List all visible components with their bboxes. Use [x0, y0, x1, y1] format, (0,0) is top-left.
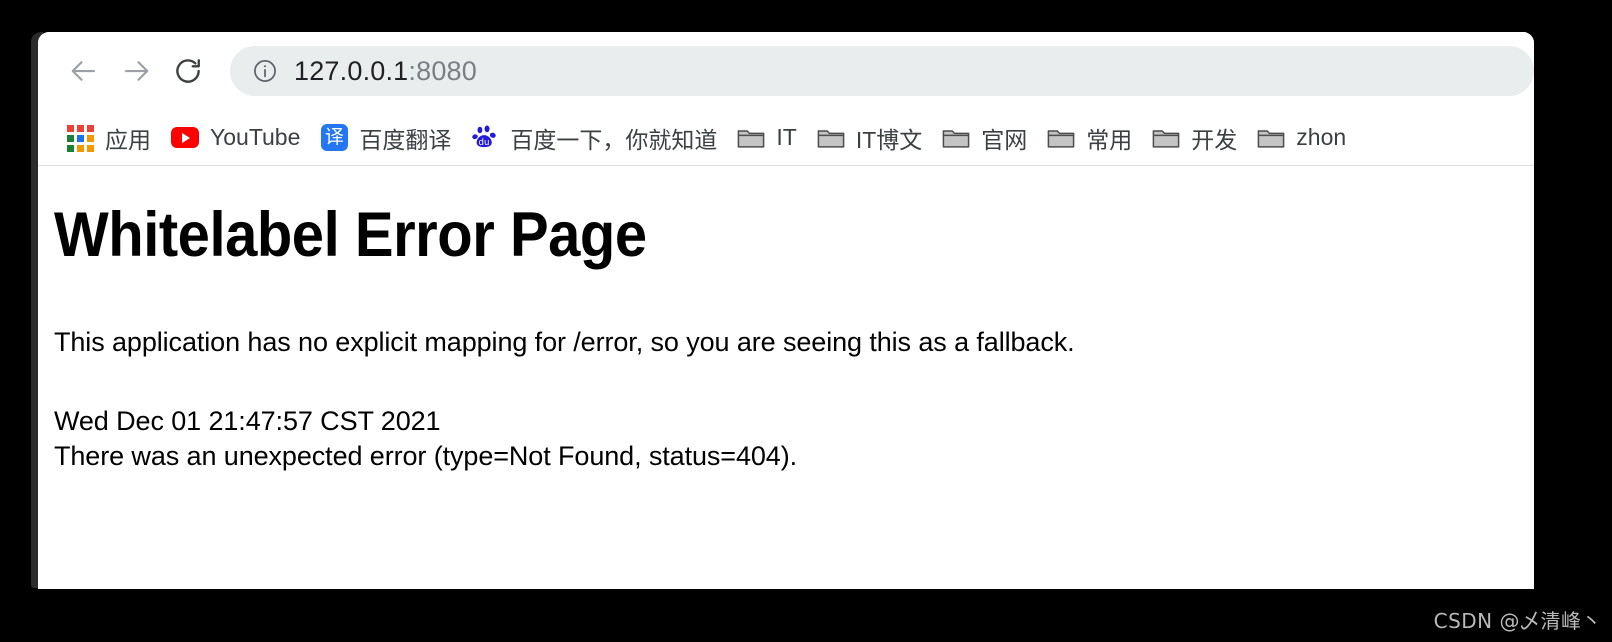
bookmark-label: 开发 — [1191, 126, 1238, 153]
bookmark-baidu-search[interactable]: du 百度一下，你就知道 — [461, 118, 727, 158]
folder-icon — [737, 124, 765, 152]
bookmark-label: 应用 — [105, 126, 151, 153]
bookmark-label: IT — [776, 124, 797, 150]
bookmark-label: YouTube — [210, 124, 301, 150]
page-content: Whitelabel Error Page This application h… — [38, 166, 1534, 589]
apps-grid-icon — [66, 124, 94, 152]
bookmark-folder-official[interactable]: 官网 — [932, 118, 1037, 158]
info-circle-icon[interactable] — [252, 58, 278, 84]
bookmark-folder-it-blog[interactable]: IT博文 — [807, 118, 932, 158]
baidu-fanyi-icon: 译 — [320, 124, 348, 152]
bookmark-label: 常用 — [1086, 126, 1133, 153]
reload-icon — [176, 59, 200, 83]
folder-icon — [1152, 124, 1180, 152]
bookmark-label: 百度翻译 — [359, 126, 452, 153]
folder-icon — [1047, 124, 1075, 152]
bookmark-folder-common[interactable]: 常用 — [1037, 118, 1142, 158]
bookmark-folder-zhon[interactable]: zhon — [1247, 118, 1356, 158]
folder-icon — [1257, 124, 1285, 152]
url-port: :8080 — [408, 55, 477, 86]
bookmark-label: 百度一下，你就知道 — [510, 126, 718, 153]
url-text: 127.0.0.1:8080 — [294, 56, 477, 87]
error-detail: There was an unexpected error (type=Not … — [54, 441, 798, 471]
folder-icon — [942, 124, 970, 152]
youtube-icon — [171, 124, 199, 152]
bookmark-apps[interactable]: 应用 — [56, 118, 161, 158]
fallback-message: This application has no explicit mapping… — [54, 327, 1075, 357]
error-timestamp: Wed Dec 01 21:47:57 CST 2021 — [54, 406, 441, 436]
page-title: Whitelabel Error Page — [54, 200, 647, 270]
arrow-left-icon — [71, 61, 96, 81]
bookmark-label: zhon — [1296, 124, 1347, 150]
reload-button[interactable] — [162, 45, 214, 97]
arrow-right-icon — [124, 61, 149, 81]
bookmark-youtube[interactable]: YouTube — [161, 118, 310, 158]
url-host: 127.0.0.1 — [294, 55, 409, 86]
browser-toolbar: 127.0.0.1:8080 — [38, 32, 1534, 110]
fanyi-icon-glyph: 译 — [320, 124, 348, 151]
bookmark-folder-it[interactable]: IT — [727, 118, 806, 158]
bookmark-label: IT博文 — [855, 126, 923, 153]
baidu-paw-icon: du — [471, 124, 499, 152]
svg-text:du: du — [478, 138, 489, 148]
address-bar[interactable]: 127.0.0.1:8080 — [230, 46, 1534, 96]
watermark: CSDN @乄清峰丶 — [1433, 609, 1602, 633]
forward-button[interactable] — [110, 45, 162, 97]
bookmark-label: 官网 — [981, 126, 1028, 153]
back-button[interactable] — [58, 45, 110, 97]
folder-icon — [817, 124, 845, 152]
screen-root: 127.0.0.1:8080 应用 YouTube 译 百度翻译 du 百度一下… — [0, 0, 1612, 642]
browser-window: 127.0.0.1:8080 应用 YouTube 译 百度翻译 du 百度一下… — [38, 32, 1534, 589]
bookmarks-bar: 应用 YouTube 译 百度翻译 du 百度一下，你就知道 IT IT博文 官… — [38, 110, 1534, 166]
bookmark-baidu-fanyi[interactable]: 译 百度翻译 — [310, 118, 461, 158]
bookmark-folder-dev[interactable]: 开发 — [1142, 118, 1247, 158]
